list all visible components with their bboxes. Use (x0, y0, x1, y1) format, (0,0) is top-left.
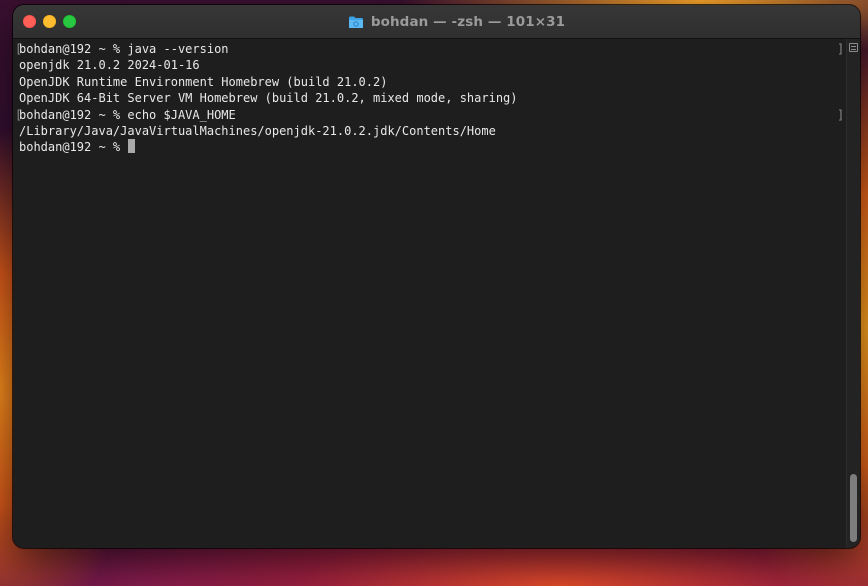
terminal-line: OpenJDK Runtime Environment Homebrew (bu… (19, 74, 847, 90)
terminal-output[interactable]: [bohdan@192 ~ % java --version] openjdk 2… (13, 39, 847, 548)
line-mark-left: [ (15, 107, 23, 122)
folder-icon (348, 16, 363, 28)
terminal-line-text: OpenJDK 64-Bit Server VM Homebrew (build… (19, 91, 518, 106)
terminal-line-text: bohdan@192 ~ % (19, 140, 128, 155)
scrollbar-menu-icon[interactable] (849, 43, 858, 52)
terminal-line-text: bohdan@192 ~ % echo $JAVA_HOME (19, 107, 236, 122)
terminal-line: /Library/Java/JavaVirtualMachines/openjd… (19, 123, 847, 139)
terminal-line: openjdk 21.0.2 2024-01-16 (19, 57, 847, 73)
terminal-line-text: OpenJDK Runtime Environment Homebrew (bu… (19, 74, 388, 89)
line-mark-right: ] (837, 42, 845, 56)
text-cursor (128, 139, 136, 154)
window-title: bohdan — -zsh — 101×31 (370, 13, 566, 30)
line-mark-left: [ (15, 42, 23, 56)
terminal-line-text: bohdan@192 ~ % java --version (19, 42, 229, 56)
scrollbar[interactable] (846, 39, 860, 548)
terminal-line-text: /Library/Java/JavaVirtualMachines/openjd… (19, 123, 496, 138)
terminal-line: [bohdan@192 ~ % java --version] (15, 41, 847, 57)
title-bar[interactable]: bohdan — -zsh — 101×31 (13, 5, 860, 39)
line-mark-right: ] (837, 107, 845, 122)
terminal-line-text: openjdk 21.0.2 2024-01-16 (19, 58, 200, 73)
terminal-line: bohdan@192 ~ % (19, 139, 847, 155)
scrollbar-thumb[interactable] (850, 474, 857, 542)
terminal-window: bohdan — -zsh — 101×31 [bohdan@192 ~ % j… (13, 5, 860, 548)
terminal-line: [bohdan@192 ~ % echo $JAVA_HOME] (15, 107, 847, 123)
terminal-line: OpenJDK 64-Bit Server VM Homebrew (build… (19, 90, 847, 106)
window-title-group: bohdan — -zsh — 101×31 (13, 5, 860, 38)
